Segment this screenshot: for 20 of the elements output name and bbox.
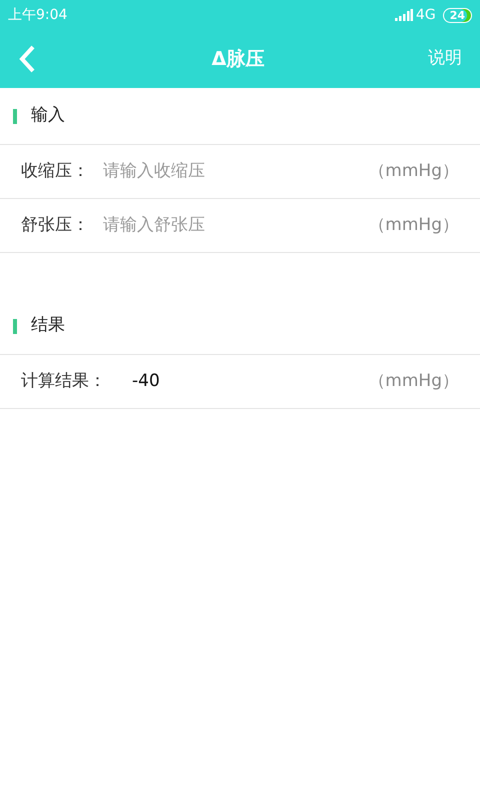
input-field[interactable]: 请输入收缩压 bbox=[103, 158, 368, 184]
network-label: 4G bbox=[416, 6, 436, 24]
status-time: 上午9:04 bbox=[8, 6, 68, 24]
input-field[interactable]: 请输入舒张压 bbox=[103, 212, 368, 238]
section-title: 输入 bbox=[31, 104, 65, 128]
section-title: 结果 bbox=[31, 314, 65, 338]
signal-icon bbox=[394, 9, 413, 21]
field-label: 计算结果： bbox=[21, 370, 106, 393]
field-label: 舒张压： bbox=[21, 214, 89, 237]
unit-label: （mmHg） bbox=[368, 160, 459, 183]
page-title: Δ脉压 bbox=[212, 46, 264, 72]
section-marker bbox=[13, 108, 17, 124]
field-label: 收缩压： bbox=[21, 160, 89, 183]
unit-label: （mmHg） bbox=[368, 214, 459, 237]
help-button[interactable]: 说明 bbox=[428, 46, 462, 72]
battery-indicator: 24 bbox=[442, 8, 472, 22]
unit-label: （mmHg） bbox=[368, 370, 459, 393]
section-marker bbox=[13, 318, 17, 334]
result-value: -40 bbox=[132, 370, 160, 391]
back-icon bbox=[18, 45, 36, 73]
